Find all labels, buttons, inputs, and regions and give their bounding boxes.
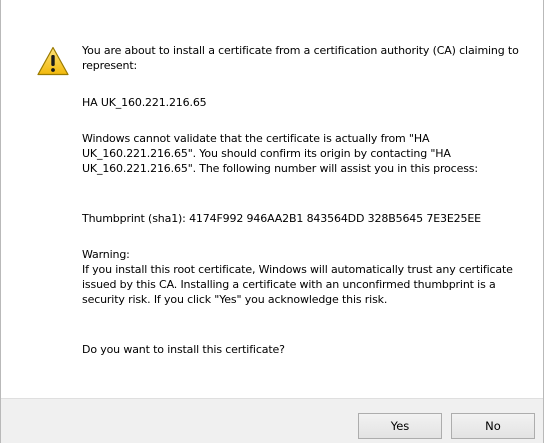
intro-text: You are about to install a certificate f… xyxy=(82,44,519,72)
warning-triangle-icon xyxy=(37,46,69,76)
yes-button[interactable]: Yes xyxy=(358,413,442,439)
ca-name-text: HA UK_160.221.216.65 xyxy=(82,96,207,109)
dialog-footer: Yes No xyxy=(1,398,543,443)
validation-message: Windows cannot validate that the certifi… xyxy=(82,132,478,175)
dialog-content: You are about to install a certificate f… xyxy=(1,0,543,399)
no-button[interactable]: No xyxy=(451,413,535,439)
certificate-install-dialog: You are about to install a certificate f… xyxy=(0,0,544,443)
install-question: Do you want to install this certificate? xyxy=(82,343,285,356)
thumbprint-text: Thumbprint (sha1): 4174F992 946AA2B1 843… xyxy=(82,212,481,225)
warning-body: If you install this root certificate, Wi… xyxy=(82,263,513,306)
warning-title: Warning: xyxy=(82,248,130,261)
